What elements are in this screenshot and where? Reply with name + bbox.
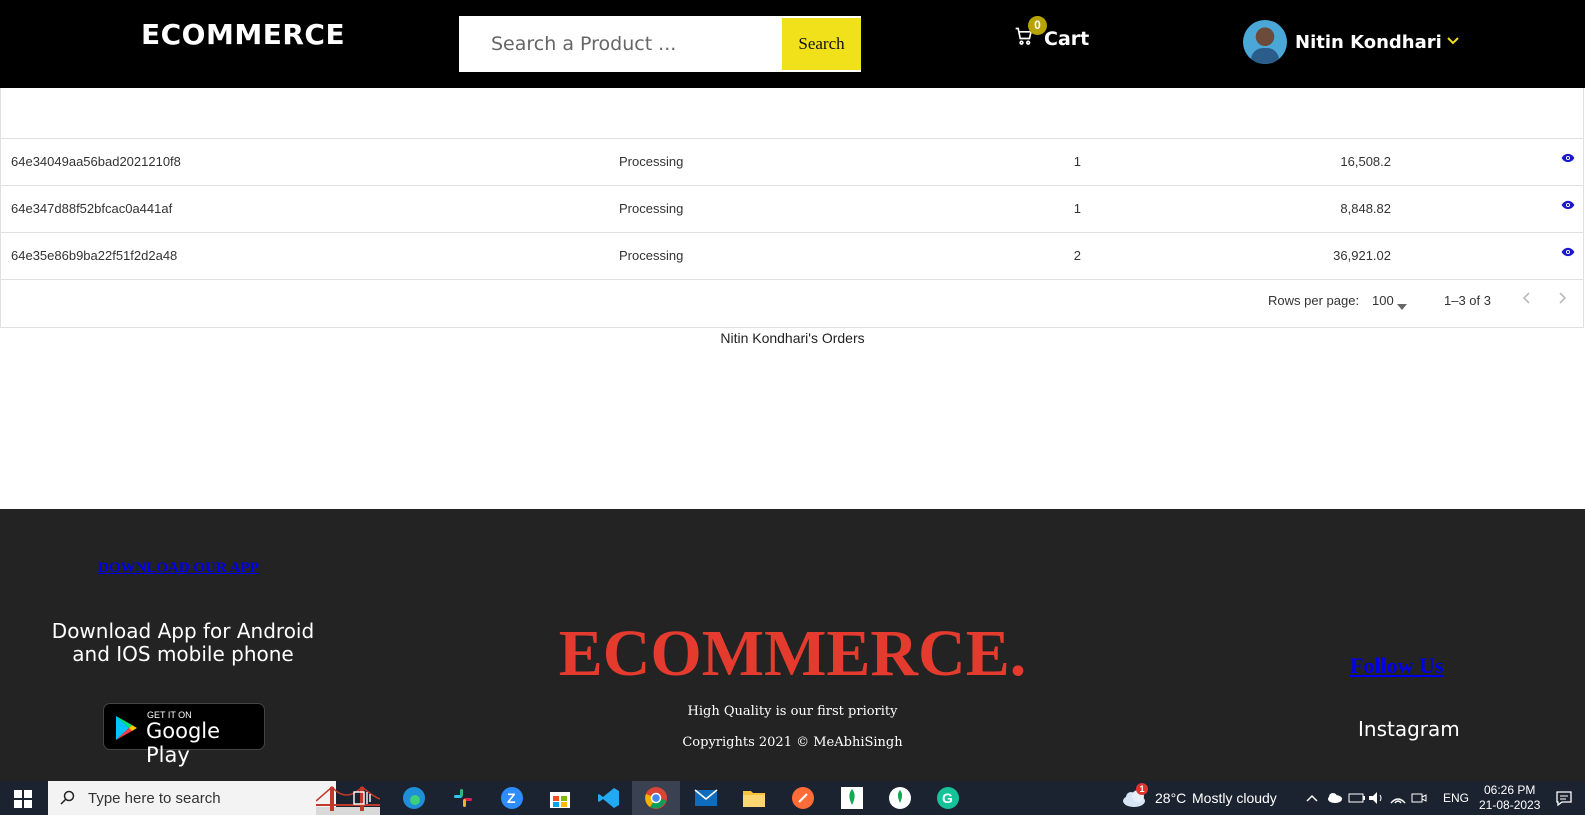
order-amount: 36,921.02 xyxy=(1333,248,1391,263)
order-qty: 1 xyxy=(1073,201,1081,216)
windows-taskbar: Type here to search Z G 1 28°C Mostly cl… xyxy=(0,781,1585,815)
task-view-icon[interactable] xyxy=(348,785,376,811)
table-row: 64e347d88f52bfcac0a441af Processing 1 8,… xyxy=(1,186,1583,233)
instagram-link[interactable]: Instagram xyxy=(1358,717,1460,741)
mongodb-compass-icon[interactable] xyxy=(886,785,914,811)
footer-tagline: High Quality is our first priority xyxy=(687,704,898,719)
top-nav: ECOMMERCE Search 0 Cart Nitin Kondhari xyxy=(0,0,1585,88)
next-page-icon[interactable] xyxy=(1554,290,1570,309)
svg-text:G: G xyxy=(942,790,953,806)
meet-now-icon[interactable] xyxy=(1405,785,1433,811)
vscode-icon[interactable] xyxy=(595,785,623,811)
explorer-icon[interactable] xyxy=(740,785,768,811)
clock-date: 21-08-2023 xyxy=(1479,798,1541,812)
view-order-eye-icon[interactable] xyxy=(1561,152,1575,167)
postman-icon[interactable] xyxy=(789,785,817,811)
weather-description[interactable]: Mostly cloudy xyxy=(1192,790,1277,806)
order-status: Processing xyxy=(619,154,684,169)
notification-icon[interactable] xyxy=(1550,785,1578,811)
language-indicator[interactable]: ENG xyxy=(1443,791,1469,805)
mail-icon[interactable] xyxy=(692,785,720,811)
weather-temp[interactable]: 28°C xyxy=(1155,790,1186,806)
user-menu[interactable]: Nitin Kondhari xyxy=(1243,20,1460,64)
edge-icon[interactable] xyxy=(400,785,428,811)
site-logo[interactable]: ECOMMERCE xyxy=(141,18,345,51)
chrome-icon[interactable] xyxy=(642,785,670,811)
footer-brand: ECOMMERCE. xyxy=(558,617,1027,690)
order-status: Processing xyxy=(619,248,684,263)
user-name: Nitin Kondhari xyxy=(1295,31,1442,53)
store-icon[interactable] xyxy=(546,785,574,811)
orders-table: 64e34049aa56bad2021210f8 Processing 1 16… xyxy=(0,88,1584,328)
slack-icon[interactable] xyxy=(449,785,477,811)
order-qty: 1 xyxy=(1073,154,1081,169)
mongodb-icon[interactable] xyxy=(838,785,866,811)
order-id: 64e347d88f52bfcac0a441af xyxy=(11,201,173,216)
weather-alert-badge: 1 xyxy=(1136,783,1148,795)
avatar xyxy=(1243,20,1287,64)
system-clock[interactable]: 06:26 PM 21-08-2023 xyxy=(1479,783,1540,813)
order-qty: 2 xyxy=(1073,248,1081,263)
order-amount: 16,508.2 xyxy=(1340,154,1391,169)
cart-count-badge: 0 xyxy=(1028,16,1047,35)
taskbar-search-box[interactable]: Type here to search xyxy=(48,781,381,815)
footer-copyright: Copyrights 2021 © MeAbhiSingh xyxy=(682,735,903,750)
cart-label: Cart xyxy=(1044,27,1090,50)
rows-per-page-select[interactable]: 100 xyxy=(1372,293,1394,308)
order-status: Processing xyxy=(619,201,684,216)
follow-us-link[interactable]: Follow Us xyxy=(1350,653,1444,679)
clock-time: 06:26 PM xyxy=(1484,783,1536,797)
view-order-eye-icon[interactable] xyxy=(1561,246,1575,261)
search-button[interactable]: Search xyxy=(782,18,861,70)
previous-page-icon[interactable] xyxy=(1519,290,1535,309)
table-row: 64e35e86b9ba22f51f2d2a48 Processing 2 36… xyxy=(1,233,1583,280)
svg-text:Z: Z xyxy=(507,790,516,806)
table-row: 64e34049aa56bad2021210f8 Processing 1 16… xyxy=(1,139,1583,186)
orders-caption: Nitin Kondhari's Orders xyxy=(720,330,865,346)
taskbar-search-placeholder: Type here to search xyxy=(88,790,221,807)
chevron-down-icon xyxy=(1446,33,1460,51)
pagination-range: 1–3 of 3 xyxy=(1444,293,1491,308)
cart-link[interactable]: 0 Cart xyxy=(1014,16,1090,51)
table-header xyxy=(1,88,1583,139)
table-pagination: Rows per page: 100 1–3 of 3 xyxy=(1,276,1585,326)
windows-start-icon[interactable] xyxy=(14,790,32,813)
rows-per-page-label: Rows per page: xyxy=(1268,293,1360,308)
grammarly-icon[interactable]: G xyxy=(934,785,962,811)
order-id: 64e35e86b9ba22f51f2d2a48 xyxy=(11,248,178,263)
download-app-link[interactable]: DOWNLOAD OUR APP xyxy=(98,560,259,577)
order-id: 64e34049aa56bad2021210f8 xyxy=(11,154,181,169)
zoom-icon[interactable]: Z xyxy=(498,785,526,811)
search-bar: Search xyxy=(459,16,861,72)
weather-cloud-icon[interactable]: 1 xyxy=(1120,783,1148,811)
search-icon xyxy=(60,790,76,811)
order-amount: 8,848.82 xyxy=(1340,201,1391,216)
caret-down-icon[interactable] xyxy=(1397,298,1407,313)
search-input[interactable] xyxy=(459,16,782,72)
footer: DOWNLOAD OUR APP Download App for Androi… xyxy=(0,509,1585,781)
view-order-eye-icon[interactable] xyxy=(1561,199,1575,214)
